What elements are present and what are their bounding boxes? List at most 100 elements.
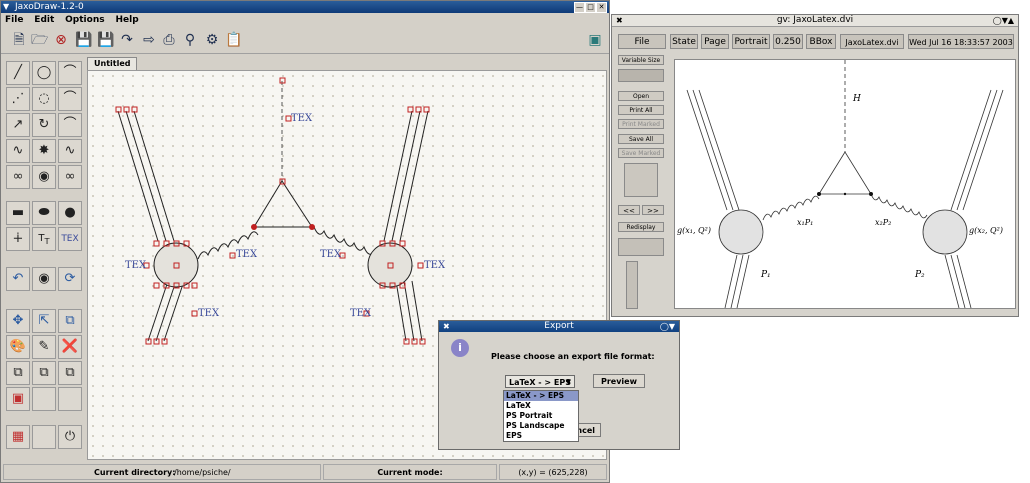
- dashed-line-icon[interactable]: ⋰: [6, 87, 30, 111]
- gluon-loop-icon[interactable]: ◉: [32, 165, 56, 189]
- list-item[interactable]: EPS: [504, 431, 578, 441]
- gv-scrollbar[interactable]: [626, 261, 638, 309]
- tab-untitled[interactable]: Untitled: [87, 57, 138, 70]
- gv-redisplay-button[interactable]: Redisplay: [618, 222, 664, 232]
- group-icon[interactable]: ◉: [32, 267, 56, 291]
- list-item[interactable]: PS Portrait: [504, 411, 578, 421]
- photon-line-icon[interactable]: ∿: [6, 139, 30, 163]
- left-line-5: [155, 280, 177, 342]
- arrow-arc-icon[interactable]: ⌒: [58, 113, 82, 137]
- window-menu-icon[interactable]: ▼: [3, 1, 9, 13]
- gv-print-marked-button[interactable]: Print Marked: [618, 119, 664, 129]
- latex-label-h[interactable]: TEX: [291, 113, 312, 124]
- gv-save-marked-button[interactable]: Save Marked: [618, 148, 664, 158]
- latex-label-left-blob[interactable]: TEX: [125, 260, 146, 271]
- gv-prev-button[interactable]: <<: [618, 205, 640, 215]
- latex-text-icon[interactable]: TEX: [58, 227, 82, 251]
- gv-page-list[interactable]: [618, 238, 664, 256]
- select-icon[interactable]: ▣: [6, 387, 30, 411]
- print-icon[interactable]: ⎙: [161, 32, 177, 48]
- menu-edit[interactable]: Edit: [34, 15, 54, 25]
- gv-page-thumbnail[interactable]: [624, 163, 658, 197]
- refresh-icon[interactable]: ⟳: [58, 267, 82, 291]
- edit-icon[interactable]: ✎: [32, 335, 56, 359]
- move-icon[interactable]: ✥: [6, 309, 30, 333]
- save-icon[interactable]: 💾: [75, 32, 92, 48]
- vertex-icon[interactable]: ●: [58, 201, 82, 225]
- menu-file[interactable]: File: [5, 15, 23, 25]
- export-icon[interactable]: ↷: [119, 32, 135, 48]
- gv-save-all-button[interactable]: Save All: [618, 134, 664, 144]
- latex-label-right-blob[interactable]: TEX: [424, 260, 445, 271]
- export-format-list: LaTeX - > EPS LaTeX PS Portrait PS Lands…: [503, 390, 579, 442]
- copy-icon[interactable]: ⧉: [58, 309, 82, 333]
- book-icon[interactable]: ▣: [587, 32, 603, 48]
- clipboard-icon[interactable]: 📋: [225, 32, 242, 48]
- gluon-line-icon[interactable]: ∞: [6, 165, 30, 189]
- gv-scale-button[interactable]: 0.250: [773, 34, 803, 49]
- close-icon[interactable]: ✕: [596, 2, 607, 13]
- photon-loop-icon[interactable]: ✸: [32, 139, 56, 163]
- photon-arc-icon[interactable]: ∿: [58, 139, 82, 163]
- export-format-select[interactable]: LaTeX - > EPS ▼: [505, 375, 575, 388]
- gv-close-icon[interactable]: ✖: [616, 15, 623, 26]
- gv-size-field[interactable]: [618, 69, 664, 82]
- arrow-circle-icon[interactable]: ↻: [32, 113, 56, 137]
- gv-state-button[interactable]: State: [670, 34, 698, 49]
- dashed-arc-icon[interactable]: ⌒: [58, 87, 82, 111]
- duplicate-icon[interactable]: ⧉: [6, 361, 30, 385]
- box-icon[interactable]: ▬: [6, 201, 30, 225]
- gv-open-button[interactable]: Open: [618, 91, 664, 101]
- open-icon[interactable]: 🗁: [31, 32, 48, 48]
- latex-label-p2[interactable]: TEX: [350, 308, 371, 319]
- gv-filename[interactable]: JaxoLatex.dvi: [840, 34, 904, 49]
- gv-window-controls-icon[interactable]: ◯▼▲: [993, 15, 1014, 26]
- list-item[interactable]: PS Landscape: [504, 421, 578, 431]
- color-icon[interactable]: 🎨: [6, 335, 30, 359]
- gv-page-button[interactable]: Page: [701, 34, 729, 49]
- gv-orientation-button[interactable]: Portrait: [732, 34, 770, 49]
- front-back-icon[interactable]: ⧉: [58, 361, 82, 385]
- quit-icon[interactable]: ⏻: [58, 425, 82, 449]
- gv-print-all-button[interactable]: Print All: [618, 105, 664, 115]
- menu-help[interactable]: Help: [115, 15, 138, 25]
- gv-next-button[interactable]: >>: [642, 205, 664, 215]
- menu-options[interactable]: Options: [65, 15, 104, 25]
- gv-document-page[interactable]: H g(x₁, Q²) g(x₂, Q²) x₁P₁ x₂P₂ P₁ P₂: [674, 59, 1016, 309]
- close-file-icon[interactable]: ⊗: [53, 32, 69, 48]
- grid-icon[interactable]: ▦: [6, 425, 30, 449]
- import-icon[interactable]: ⇨: [141, 32, 157, 48]
- latex-label-right-gluon[interactable]: TEX: [320, 249, 341, 260]
- left-line-3: [133, 110, 175, 242]
- export-close-icon[interactable]: ✖: [443, 321, 450, 332]
- zigzag-icon[interactable]: ∔: [6, 227, 30, 251]
- blob-icon[interactable]: ⬬: [32, 201, 56, 225]
- arc-icon[interactable]: ⌒: [58, 61, 82, 85]
- delete-icon[interactable]: ❌: [58, 335, 82, 359]
- arrow-line-icon[interactable]: ↗: [6, 113, 30, 137]
- latex-label-p1[interactable]: TEX: [198, 308, 219, 319]
- dashed-circle-icon[interactable]: ◌: [32, 87, 56, 111]
- new-file-icon[interactable]: 🗎: [11, 32, 27, 48]
- gluon-arc-icon[interactable]: ∞: [58, 165, 82, 189]
- gv-file-button[interactable]: File: [618, 34, 666, 49]
- latex-label-left-gluon[interactable]: TEX: [236, 249, 257, 260]
- gv-variable-size[interactable]: Variable Size: [618, 55, 664, 65]
- gv-bbox-button[interactable]: BBox: [806, 34, 836, 49]
- preview-button[interactable]: Preview: [593, 374, 645, 388]
- resize-icon[interactable]: ⇱: [32, 309, 56, 333]
- circle-icon[interactable]: ◯: [32, 61, 56, 85]
- line-icon[interactable]: ╱: [6, 61, 30, 85]
- save-as-icon[interactable]: 💾: [97, 32, 114, 48]
- minimize-icon[interactable]: —: [574, 2, 585, 13]
- undo-icon[interactable]: ↶: [6, 267, 30, 291]
- text-icon[interactable]: TT: [32, 227, 56, 251]
- list-item[interactable]: LaTeX: [504, 401, 578, 411]
- maximize-icon[interactable]: □: [585, 2, 596, 13]
- export-window-controls-icon[interactable]: ◯▼: [660, 321, 675, 332]
- settings-icon[interactable]: ⚙: [204, 32, 220, 48]
- list-item[interactable]: LaTeX - > EPS: [504, 391, 578, 401]
- empty-slot-3: [32, 425, 56, 449]
- preview-icon[interactable]: ⚲: [182, 32, 198, 48]
- ungroup-icon[interactable]: ⧉: [32, 361, 56, 385]
